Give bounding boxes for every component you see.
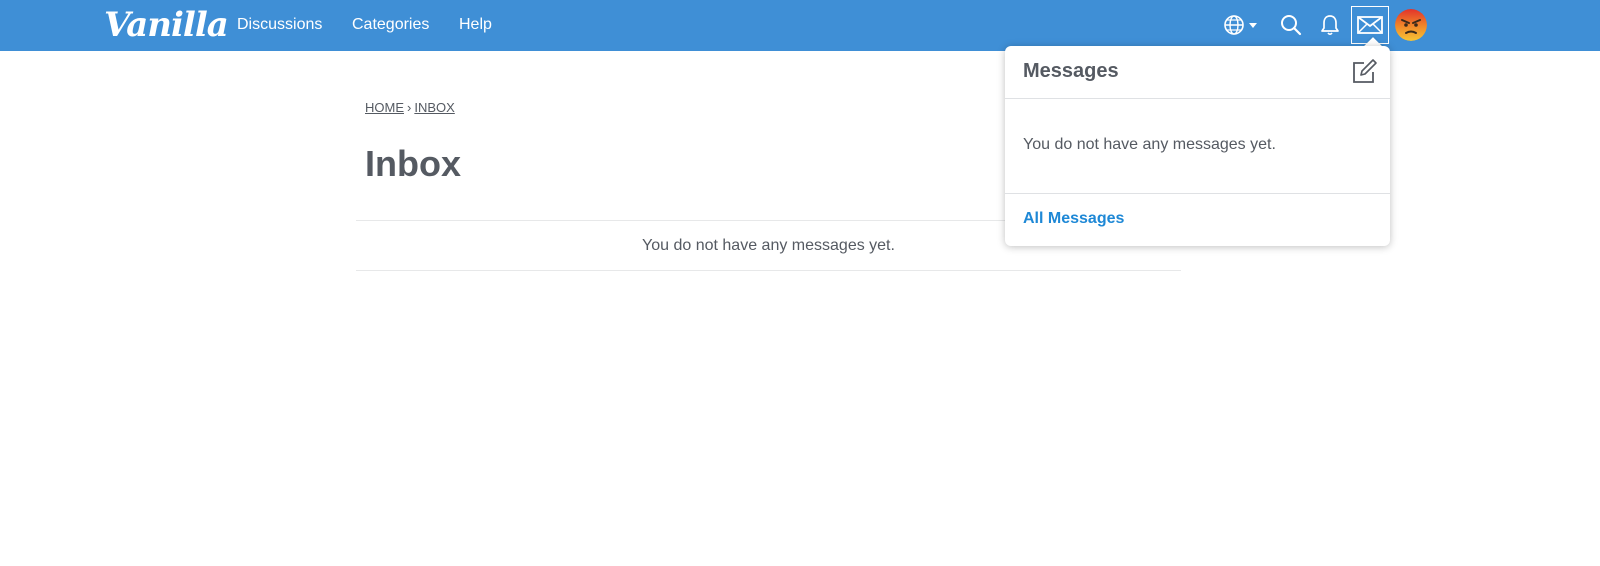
avatar[interactable] — [1395, 9, 1427, 41]
angry-face-avatar-icon — [1395, 9, 1427, 41]
caret-down-icon — [1249, 23, 1257, 28]
globe-icon — [1224, 15, 1257, 35]
top-navigation-bar: Vanilla Discussions Categories Help — [0, 0, 1600, 51]
messages-dropdown-footer: All Messages — [1005, 193, 1390, 246]
search-button[interactable] — [1272, 6, 1310, 44]
nav-categories[interactable]: Categories — [352, 14, 429, 36]
vanilla-logo[interactable]: Vanilla — [104, 4, 229, 46]
nav-help[interactable]: Help — [459, 14, 492, 36]
page-title: Inbox — [365, 143, 461, 184]
breadcrumb-home[interactable]: HOME — [365, 100, 404, 115]
messages-dropdown-title: Messages — [1023, 60, 1119, 82]
messages-dropdown: Messages You do not have any messages ye… — [1005, 46, 1390, 246]
compose-message-button[interactable] — [1350, 58, 1378, 86]
messages-dropdown-empty: You do not have any messages yet. — [1023, 136, 1276, 153]
messages-dropdown-header: Messages — [1005, 46, 1390, 99]
compose-icon — [1353, 59, 1377, 83]
language-selector[interactable] — [1219, 6, 1265, 44]
all-messages-link[interactable]: All Messages — [1023, 210, 1124, 228]
nav-discussions[interactable]: Discussions — [237, 14, 322, 36]
search-icon — [1281, 15, 1302, 36]
breadcrumb-separator: › — [407, 100, 412, 115]
envelope-icon — [1357, 16, 1383, 34]
notifications-button[interactable] — [1311, 6, 1349, 44]
bell-icon — [1321, 15, 1339, 36]
breadcrumb-inbox[interactable]: INBOX — [414, 100, 454, 115]
breadcrumb: HOME › INBOX — [365, 100, 455, 115]
